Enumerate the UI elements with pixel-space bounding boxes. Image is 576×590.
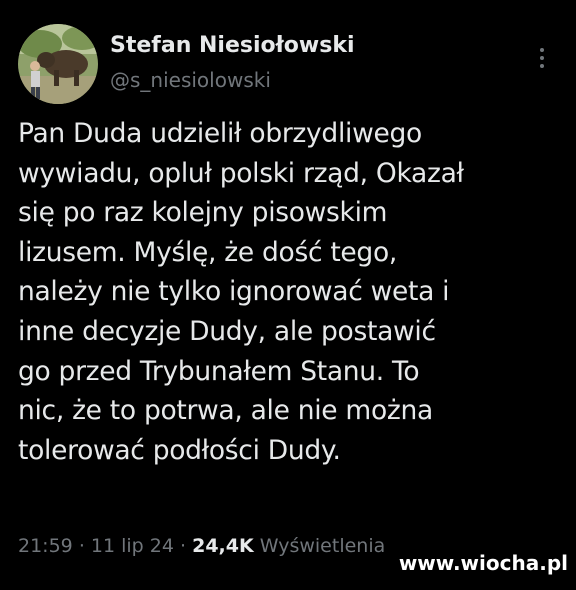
tweet-text-line: nic, że to potrwa, ale nie można <box>18 395 433 427</box>
tweet-text-line: go przed Trybunałem Stanu. To <box>18 355 420 387</box>
tweet-time[interactable]: 21:59 <box>18 535 73 557</box>
tweet-text-line: lizusem. Myślę, że dość tego, <box>18 236 397 268</box>
avatar-photo <box>18 24 98 104</box>
tweet-meta: 21:59 · 11 lip 24 · 24,4K Wyświetlenia <box>18 532 385 560</box>
tweet-text-line: Pan Duda udzielił obrzydliwego <box>18 118 422 149</box>
tweet-text-line: inne decyzje Dudy, ale postawić <box>18 315 436 347</box>
tweet: Stefan Niesiołowski @s_niesiolowski Pan … <box>0 0 576 590</box>
tweet-text: Pan Duda udzielił obrzydliwego wywiadu, … <box>18 114 566 470</box>
more-dot-icon <box>540 48 544 52</box>
avatar[interactable] <box>18 24 98 104</box>
more-dot-icon <box>540 64 544 68</box>
views-label: Wyświetlenia <box>259 535 386 557</box>
user-handle[interactable]: @s_niesiolowski <box>110 66 355 94</box>
author-names: Stefan Niesiołowski @s_niesiolowski <box>110 32 355 94</box>
tweet-date[interactable]: 11 lip 24 <box>91 535 174 557</box>
more-options-icon[interactable] <box>534 46 550 70</box>
tweet-text-line: należy nie tylko ignorować weta i <box>18 276 450 308</box>
more-dot-icon <box>540 56 544 60</box>
tweet-text-line: wywiadu, opluł polski rząd, Okazał <box>18 157 464 189</box>
tweet-header: Stefan Niesiołowski @s_niesiolowski <box>18 24 558 104</box>
watermark: www.wiocha.pl <box>398 551 568 575</box>
display-name[interactable]: Stefan Niesiołowski <box>110 32 355 60</box>
tweet-text-line: się po raz kolejny pisowskim <box>18 197 388 229</box>
tweet-text-line: tolerować podłości Dudy. <box>18 434 341 466</box>
meta-separator: · <box>180 535 187 557</box>
views-count: 24,4K <box>192 535 254 557</box>
meta-separator: · <box>78 535 85 557</box>
